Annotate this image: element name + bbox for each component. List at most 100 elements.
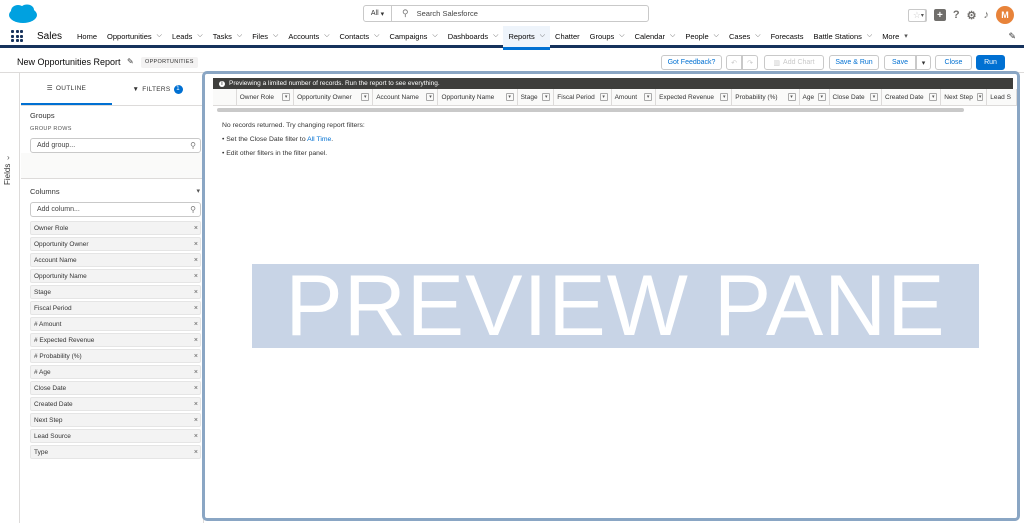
nav-item-contacts[interactable]: Contacts ⌵ — [335, 26, 385, 47]
add-chart-button[interactable]: ▥ Add Chart — [764, 55, 824, 70]
run-button[interactable]: Run — [976, 55, 1005, 70]
app-launcher-grid-icon[interactable] — [11, 30, 33, 42]
search-scope-dropdown[interactable]: All ▾ — [364, 6, 392, 21]
chevron-down-icon[interactable]: ⌵ — [197, 32, 202, 40]
notifications-bell-icon[interactable]: ♪ — [984, 9, 990, 21]
nav-item-forecasts[interactable]: Forecasts — [766, 26, 809, 47]
nav-item-files[interactable]: Files ⌵ — [247, 26, 283, 47]
expand-chevron-icon[interactable]: › — [7, 153, 10, 162]
nav-item-more[interactable]: More ▾ — [877, 26, 913, 47]
help-icon[interactable]: ? — [953, 9, 960, 21]
remove-column-icon[interactable]: × — [194, 369, 198, 376]
remove-column-icon[interactable]: × — [194, 417, 198, 424]
column-menu-chevron-icon[interactable]: ▾ — [720, 93, 729, 101]
column-header[interactable]: Fiscal Period ▾ — [554, 89, 612, 105]
edit-title-pencil-icon[interactable]: ✎ — [127, 57, 134, 66]
nav-item-leads[interactable]: Leads ⌵ — [167, 26, 208, 47]
column-menu-chevron-icon[interactable]: ▾ — [818, 93, 826, 101]
column-item[interactable]: Close Date × — [30, 381, 201, 395]
nav-item-groups[interactable]: Groups ⌵ — [585, 26, 630, 47]
add-group-input[interactable]: Add group... ⚲ — [30, 138, 201, 153]
column-menu-chevron-icon[interactable]: ▾ — [505, 93, 514, 101]
column-item[interactable]: Next Step × — [30, 413, 201, 427]
chevron-down-icon[interactable]: ⌵ — [540, 32, 545, 40]
column-header[interactable]: Owner Role ▾ — [237, 89, 295, 105]
column-item[interactable]: Lead Source × — [30, 429, 201, 443]
remove-column-icon[interactable]: × — [194, 305, 198, 312]
column-item[interactable]: Fiscal Period × — [30, 301, 201, 315]
nav-item-opportunities[interactable]: Opportunities ⌵ — [102, 26, 167, 47]
chevron-down-icon[interactable]: ⌵ — [867, 32, 872, 40]
columns-menu-chevron-icon[interactable]: ▾ — [196, 187, 200, 195]
nav-item-people[interactable]: People ⌵ — [680, 26, 724, 47]
column-menu-chevron-icon[interactable]: ▾ — [929, 93, 938, 101]
add-column-input[interactable]: Add column... ⚲ — [30, 202, 201, 217]
remove-column-icon[interactable]: × — [194, 321, 198, 328]
remove-column-icon[interactable]: × — [194, 385, 198, 392]
nav-item-calendar[interactable]: Calendar ⌵ — [630, 26, 681, 47]
column-item[interactable]: Account Name × — [30, 253, 201, 267]
column-item[interactable]: Opportunity Owner × — [30, 237, 201, 251]
column-menu-chevron-icon[interactable]: ▾ — [869, 93, 878, 101]
remove-column-icon[interactable]: × — [194, 449, 198, 456]
save-menu-button[interactable]: ▾ — [916, 55, 931, 70]
remove-column-icon[interactable]: × — [194, 433, 198, 440]
column-item[interactable]: Created Date × — [30, 397, 201, 411]
nav-item-chatter[interactable]: Chatter — [550, 26, 585, 47]
column-item[interactable]: # Expected Revenue × — [30, 333, 201, 347]
all-time-link[interactable]: All Time — [307, 136, 331, 143]
column-header[interactable]: Next Step ▾ — [941, 89, 988, 105]
column-item[interactable]: Opportunity Name × — [30, 269, 201, 283]
column-header[interactable]: Age ▾ — [800, 89, 830, 105]
chevron-down-icon[interactable]: ⌵ — [374, 32, 379, 40]
column-header[interactable]: Stage ▾ — [518, 89, 555, 105]
nav-item-dashboards[interactable]: Dashboards ⌵ — [443, 26, 504, 47]
nav-item-campaigns[interactable]: Campaigns ⌵ — [384, 26, 442, 47]
chevron-down-icon[interactable]: ▾ — [904, 32, 908, 40]
nav-item-battle-stations[interactable]: Battle Stations ⌵ — [809, 26, 878, 47]
chevron-down-icon[interactable]: ⌵ — [237, 32, 242, 40]
remove-column-icon[interactable]: × — [194, 241, 198, 248]
favorites-star-icon[interactable]: ☆ — [907, 8, 926, 22]
chevron-down-icon[interactable]: ⌵ — [670, 32, 675, 40]
column-item[interactable]: # Amount × — [30, 317, 201, 331]
column-menu-chevron-icon[interactable]: ▾ — [976, 93, 984, 101]
global-actions-plus-icon[interactable]: + — [933, 9, 946, 21]
column-menu-chevron-icon[interactable]: ▾ — [542, 93, 551, 101]
column-menu-chevron-icon[interactable]: ▾ — [361, 93, 370, 101]
remove-column-icon[interactable]: × — [194, 353, 198, 360]
chevron-down-icon[interactable]: ⌵ — [714, 32, 719, 40]
got-feedback-button[interactable]: Got Feedback? — [661, 55, 722, 70]
user-avatar[interactable]: M — [996, 6, 1014, 24]
remove-column-icon[interactable]: × — [194, 401, 198, 408]
chevron-down-icon[interactable]: ⌵ — [493, 32, 498, 40]
setup-gear-icon[interactable]: ⚙ — [967, 9, 977, 22]
remove-column-icon[interactable]: × — [194, 289, 198, 296]
undo-button[interactable]: ↶ — [726, 55, 742, 70]
nav-item-tasks[interactable]: Tasks ⌵ — [208, 26, 247, 47]
column-item[interactable]: Owner Role × — [30, 221, 201, 235]
nav-item-home[interactable]: Home — [72, 26, 102, 47]
save-and-run-button[interactable]: Save & Run — [829, 55, 879, 70]
fields-strip[interactable]: › Fields — [0, 73, 20, 523]
chevron-down-icon[interactable]: ⌵ — [157, 32, 162, 40]
column-header[interactable]: Created Date ▾ — [882, 89, 942, 105]
chevron-down-icon[interactable]: ⌵ — [755, 32, 760, 40]
chevron-down-icon[interactable]: ⌵ — [324, 32, 329, 40]
column-menu-chevron-icon[interactable]: ▾ — [787, 93, 796, 101]
column-header[interactable]: Lead S — [987, 89, 1017, 105]
edit-nav-pencil-icon[interactable]: ✎ — [1008, 31, 1016, 42]
chevron-down-icon[interactable]: ⌵ — [432, 32, 437, 40]
remove-column-icon[interactable]: × — [194, 273, 198, 280]
column-item[interactable]: Type × — [30, 445, 201, 459]
column-header[interactable]: Expected Revenue ▾ — [656, 89, 733, 105]
column-menu-chevron-icon[interactable]: ▾ — [599, 93, 608, 101]
save-button[interactable]: Save — [884, 55, 916, 70]
nav-item-accounts[interactable]: Accounts ⌵ — [283, 26, 334, 47]
column-header[interactable]: Close Date ▾ — [830, 89, 882, 105]
chevron-down-icon[interactable]: ⌵ — [273, 32, 278, 40]
salesforce-logo-icon[interactable] — [8, 4, 38, 24]
close-button[interactable]: Close — [935, 55, 972, 70]
tab-outline[interactable]: ☰ OUTLINE — [21, 73, 112, 105]
chevron-down-icon[interactable]: ⌵ — [619, 32, 624, 40]
